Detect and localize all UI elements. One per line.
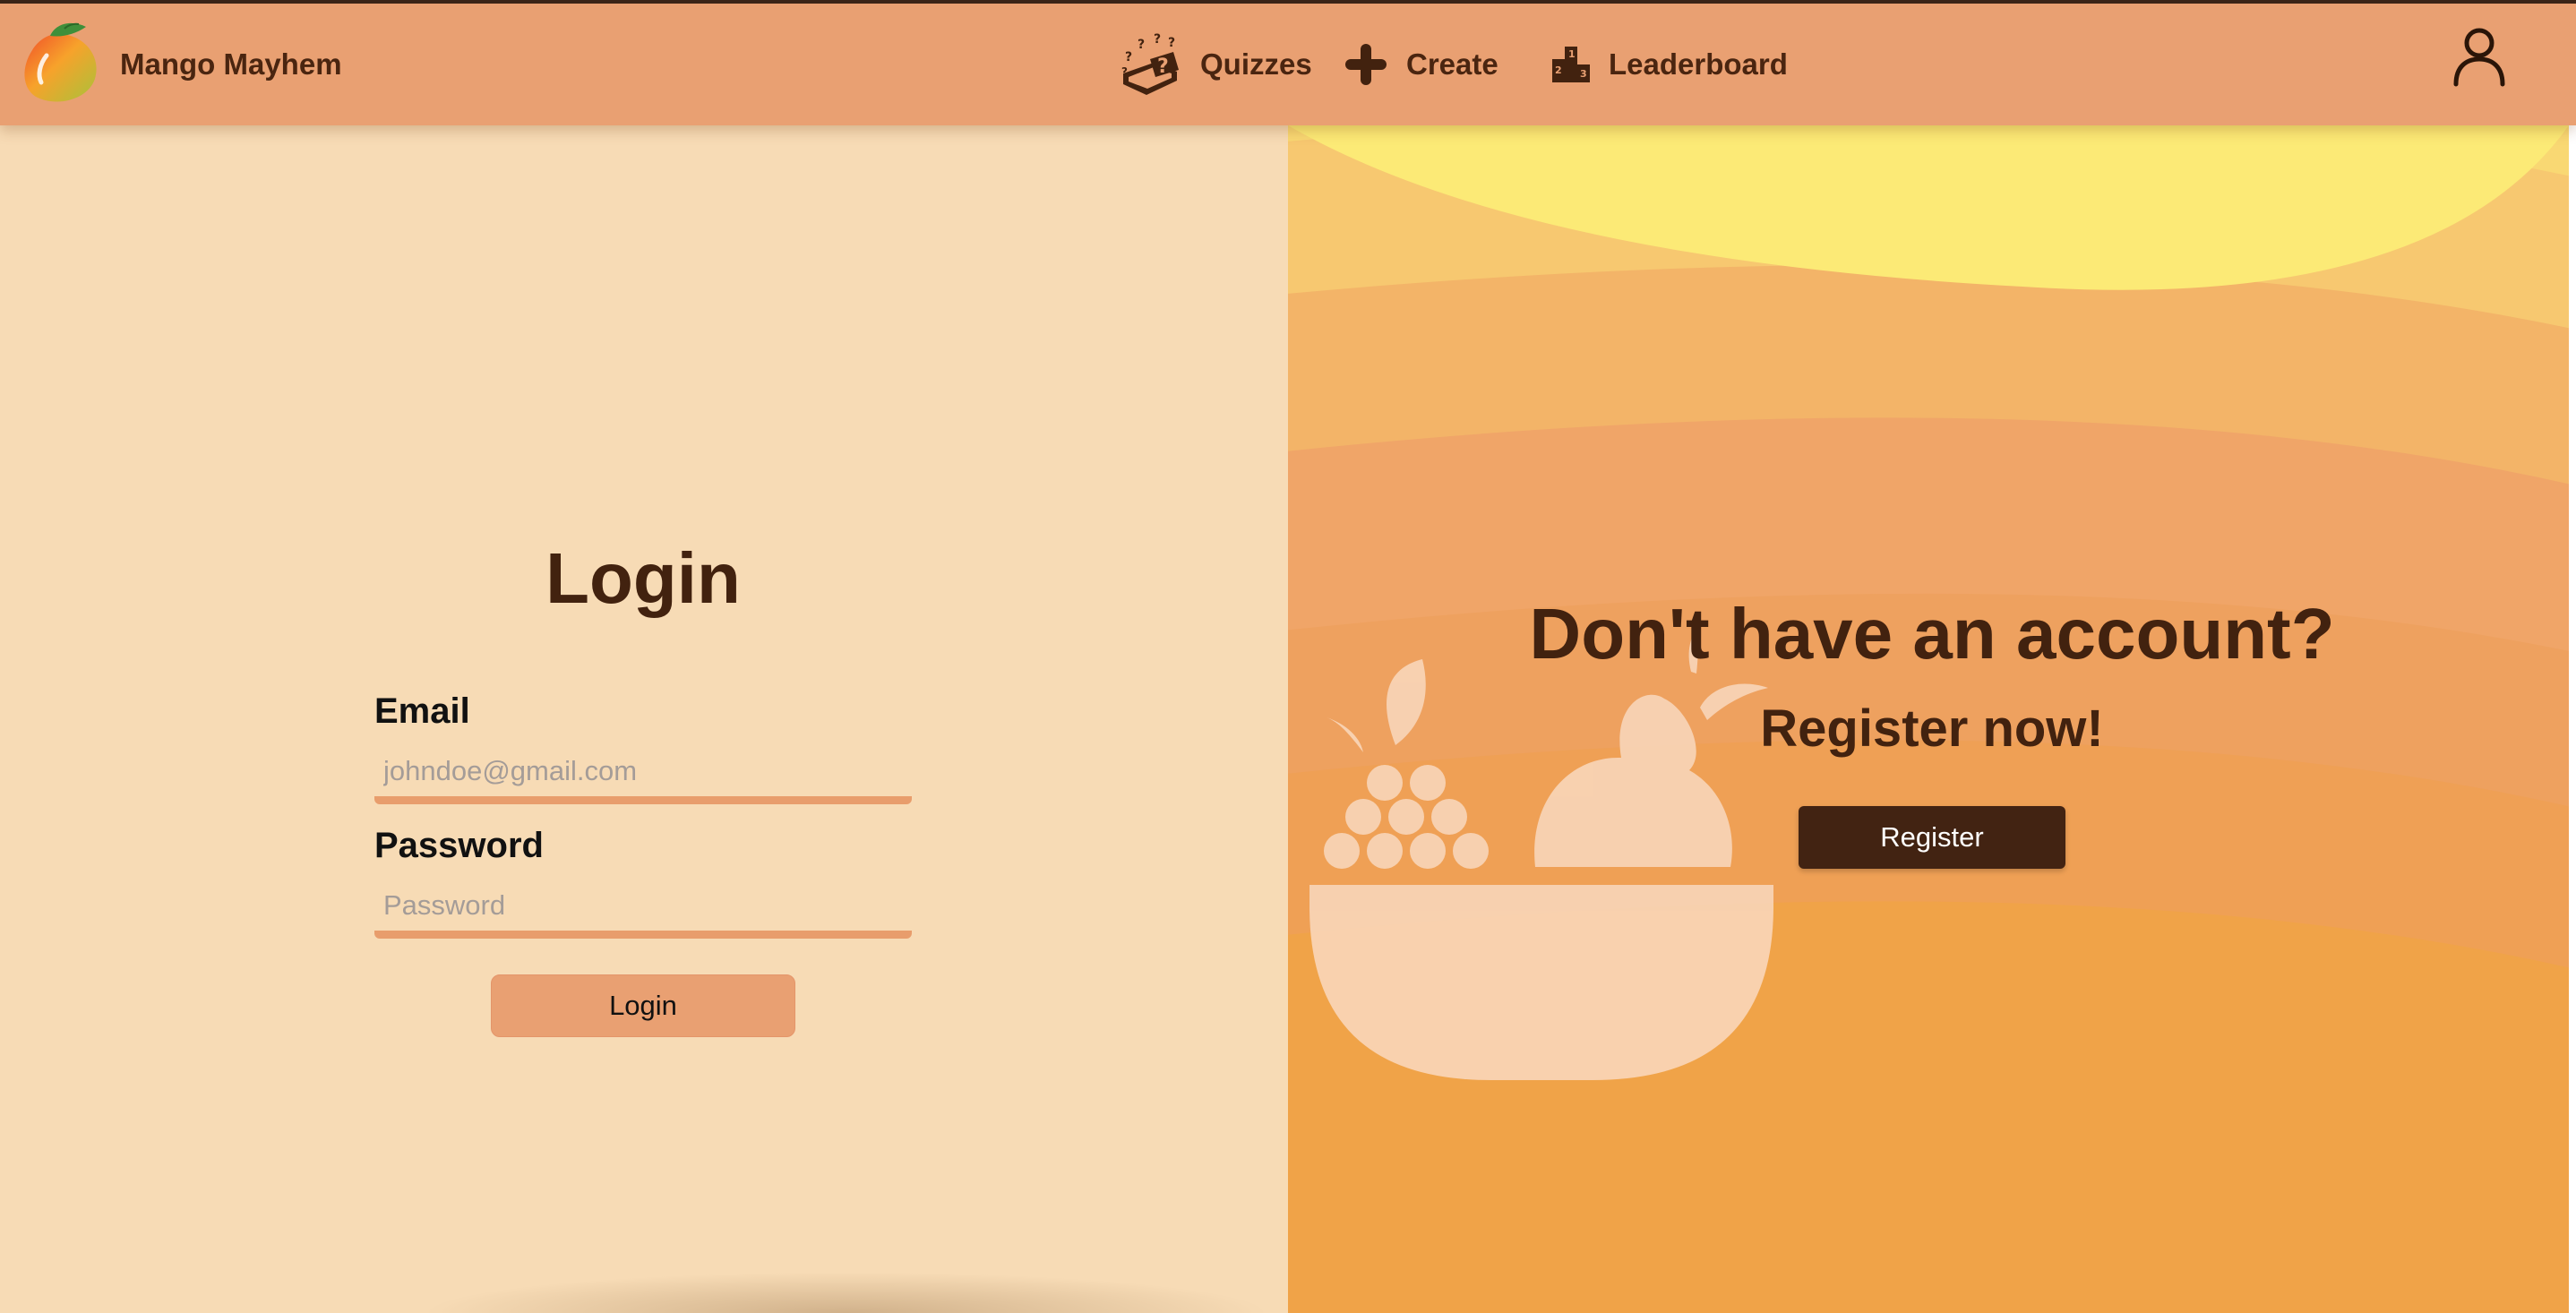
nav-create-label: Create [1406, 47, 1498, 81]
nav-leaderboard-label: Leaderboard [1609, 47, 1788, 81]
password-label: Password [374, 826, 544, 865]
nav-leaderboard[interactable]: 1 2 3 Leaderboard [1551, 21, 1788, 107]
panel-shadow [421, 1272, 1272, 1313]
brand[interactable]: Mango Mayhem [20, 20, 342, 109]
email-field[interactable] [374, 745, 912, 804]
login-panel [0, 125, 1288, 1313]
svg-text:2: 2 [1555, 64, 1562, 76]
quiz-box-icon: ? ? ? ? ? ? [1121, 32, 1179, 95]
svg-text:?: ? [1168, 36, 1175, 50]
register-heading: Don't have an account? [1529, 594, 2335, 674]
register-button[interactable]: Register [1799, 806, 2065, 869]
svg-text:3: 3 [1580, 68, 1587, 80]
navbar: Mango Mayhem ? ? ? ? ? ? Quizzes Create [0, 4, 2576, 125]
register-subheading: Register now! [1760, 699, 2104, 758]
podium-icon: 1 2 3 [1552, 47, 1590, 82]
svg-text:1: 1 [1568, 48, 1576, 60]
nav-create[interactable]: Create [1344, 21, 1498, 107]
app-name: Mango Mayhem [120, 47, 342, 81]
email-label: Email [374, 691, 470, 731]
plus-icon [1345, 44, 1387, 85]
user-icon[interactable] [2451, 25, 2508, 90]
svg-text:?: ? [1125, 50, 1132, 64]
svg-text:?: ? [1138, 38, 1145, 52]
nav-quizzes-label: Quizzes [1200, 47, 1312, 81]
svg-text:?: ? [1121, 65, 1128, 78]
svg-text:?: ? [1154, 32, 1161, 47]
svg-text:?: ? [1157, 56, 1169, 78]
login-title: Login [545, 538, 741, 618]
password-field[interactable] [374, 880, 912, 939]
mango-icon [24, 22, 97, 102]
login-button[interactable]: Login [491, 974, 795, 1037]
nav-quizzes[interactable]: ? ? ? ? ? ? Quizzes [1118, 21, 1312, 107]
